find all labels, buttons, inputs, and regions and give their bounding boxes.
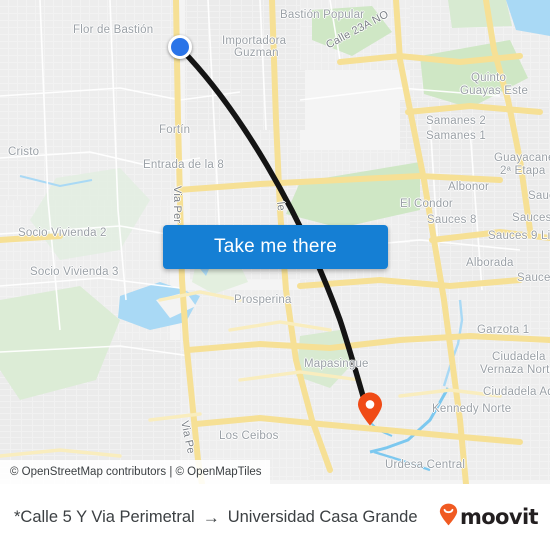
trip-origin-label: *Calle 5 Y Via Perimetral xyxy=(14,507,195,526)
origin-marker[interactable] xyxy=(168,35,192,59)
trip-destination-label: Universidad Casa Grande xyxy=(227,507,418,526)
footer-bar: *Calle 5 Y Via Perimetral → Universidad … xyxy=(0,484,550,550)
moovit-pin-icon xyxy=(439,503,458,531)
moovit-wordmark: moovit xyxy=(459,505,539,529)
arrow-right-icon: → xyxy=(202,507,220,527)
moovit-logo[interactable]: moovit xyxy=(439,503,539,531)
take-me-there-button[interactable]: Take me there xyxy=(163,225,388,269)
destination-marker[interactable] xyxy=(357,392,383,426)
map-attribution: © OpenStreetMap contributors | © OpenMap… xyxy=(0,460,270,484)
trip-summary: *Calle 5 Y Via Perimetral → Universidad … xyxy=(14,508,439,527)
map-container[interactable]: Flor de Bastión Bastión Popular Importador… xyxy=(0,0,550,484)
